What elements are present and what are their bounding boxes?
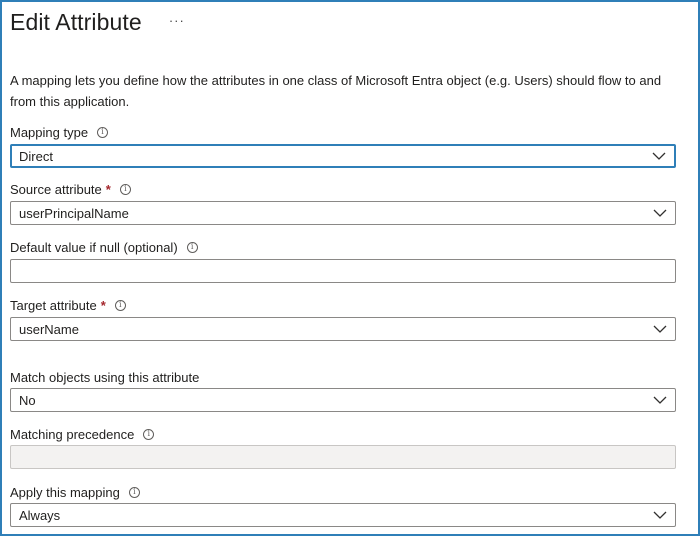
panel-description: A mapping lets you define how the attrib… xyxy=(10,73,662,109)
match-objects-label: Match objects using this attribute xyxy=(10,368,199,386)
chevron-down-icon xyxy=(652,151,666,161)
info-icon[interactable]: i xyxy=(128,486,140,498)
info-icon[interactable]: i xyxy=(114,299,126,311)
chevron-down-icon xyxy=(653,324,667,334)
info-icon[interactable]: i xyxy=(143,428,155,440)
page-title: Edit Attribute xyxy=(10,8,142,35)
match-objects-value: No xyxy=(19,392,36,408)
edit-attribute-panel: Edit Attribute ··· A mapping lets you de… xyxy=(0,0,700,536)
chevron-down-icon xyxy=(653,510,667,520)
target-attribute-label-text: Target attribute xyxy=(10,297,97,313)
info-icon[interactable]: i xyxy=(97,126,109,138)
more-icon[interactable]: ··· xyxy=(166,12,188,28)
source-attribute-label-text: Source attribute xyxy=(10,181,102,197)
default-value-label-text: Default value if null (optional) xyxy=(10,239,178,255)
apply-mapping-label-text: Apply this mapping xyxy=(10,484,120,500)
apply-mapping-label: Apply this mapping i xyxy=(10,483,140,501)
header: Edit Attribute ··· xyxy=(10,6,188,38)
matching-precedence-label-text: Matching precedence xyxy=(10,426,135,442)
source-attribute-dropdown[interactable]: userPrincipalName xyxy=(10,201,676,225)
apply-mapping-dropdown[interactable]: Always xyxy=(10,503,676,527)
match-objects-label-text: Match objects using this attribute xyxy=(10,369,200,385)
source-attribute-value: userPrincipalName xyxy=(19,205,129,221)
required-indicator: * xyxy=(100,297,106,313)
matching-precedence-label: Matching precedence i xyxy=(10,425,155,443)
default-value-input[interactable] xyxy=(10,259,676,283)
info-icon[interactable]: i xyxy=(119,183,131,195)
mapping-type-label: Mapping type i xyxy=(10,123,109,141)
mapping-type-value: Direct xyxy=(19,148,53,164)
info-icon[interactable]: i xyxy=(186,241,198,253)
required-indicator: * xyxy=(105,181,111,197)
mapping-type-dropdown[interactable]: Direct xyxy=(10,144,676,168)
target-attribute-label: Target attribute * i xyxy=(10,296,126,314)
source-attribute-label: Source attribute * i xyxy=(10,180,131,198)
target-attribute-value: userName xyxy=(19,321,79,337)
mapping-type-label-text: Mapping type xyxy=(10,124,89,140)
matching-precedence-input xyxy=(10,445,676,469)
match-objects-dropdown[interactable]: No xyxy=(10,388,676,412)
target-attribute-dropdown[interactable]: userName xyxy=(10,317,676,341)
chevron-down-icon xyxy=(653,395,667,405)
default-value-label: Default value if null (optional) i xyxy=(10,238,198,256)
chevron-down-icon xyxy=(653,208,667,218)
apply-mapping-value: Always xyxy=(19,507,61,523)
